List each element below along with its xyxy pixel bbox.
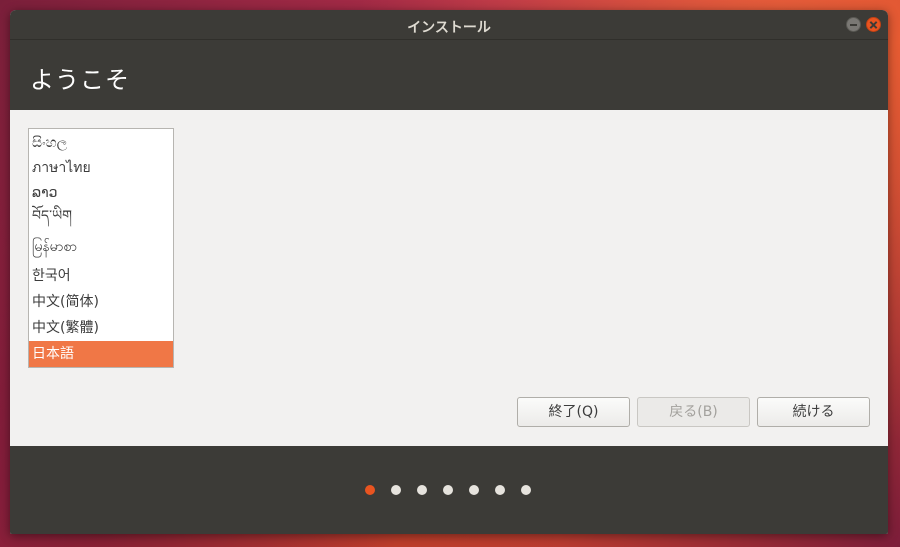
window-title: インストール (407, 20, 491, 36)
language-item-burmese[interactable]: မြန်မာစာ (29, 231, 173, 263)
language-item-lao[interactable]: ລາວ (29, 181, 173, 205)
language-item-chinese-traditional[interactable]: 中文(繁體) (29, 315, 173, 341)
minimize-icon[interactable] (846, 17, 861, 32)
progress-dot-3 (417, 485, 427, 495)
progress-footer (10, 446, 888, 534)
progress-dot-4 (443, 485, 453, 495)
progress-dot-7 (521, 485, 531, 495)
back-button[interactable]: 戻る(B) (637, 397, 750, 427)
progress-dot-6 (495, 485, 505, 495)
close-icon[interactable] (866, 17, 881, 32)
language-item-chinese-simplified[interactable]: 中文(简体) (29, 289, 173, 315)
installer-window: インストール ようこそ සිංහල ภาษาไทย ລາວ བོད་ཡིག မြ… (10, 10, 888, 534)
language-item-thai[interactable]: ภาษาไทย (29, 155, 173, 181)
quit-button[interactable]: 終了(Q) (517, 397, 630, 427)
main-content: සිංහල ภาษาไทย ລາວ བོད་ཡིག မြန်မာစာ 한국어 中… (10, 110, 888, 446)
language-item-korean[interactable]: 한국어 (29, 263, 173, 289)
progress-dot-5 (469, 485, 479, 495)
page-header: ようこそ (10, 40, 888, 110)
page-title: ようこそ (30, 66, 130, 94)
continue-button[interactable]: 続ける (757, 397, 870, 427)
language-item-sinhala[interactable]: සිංහල (29, 131, 173, 155)
window-titlebar[interactable]: インストール (10, 10, 888, 40)
language-item-tibetan[interactable]: བོད་ཡིག (29, 205, 173, 231)
progress-dot-2 (391, 485, 401, 495)
language-list[interactable]: සිංහල ภาษาไทย ລາວ བོད་ཡིག မြန်မာစာ 한국어 中… (28, 128, 174, 368)
progress-dot-1 (365, 485, 375, 495)
language-item-japanese[interactable]: 日本語 (29, 341, 173, 367)
